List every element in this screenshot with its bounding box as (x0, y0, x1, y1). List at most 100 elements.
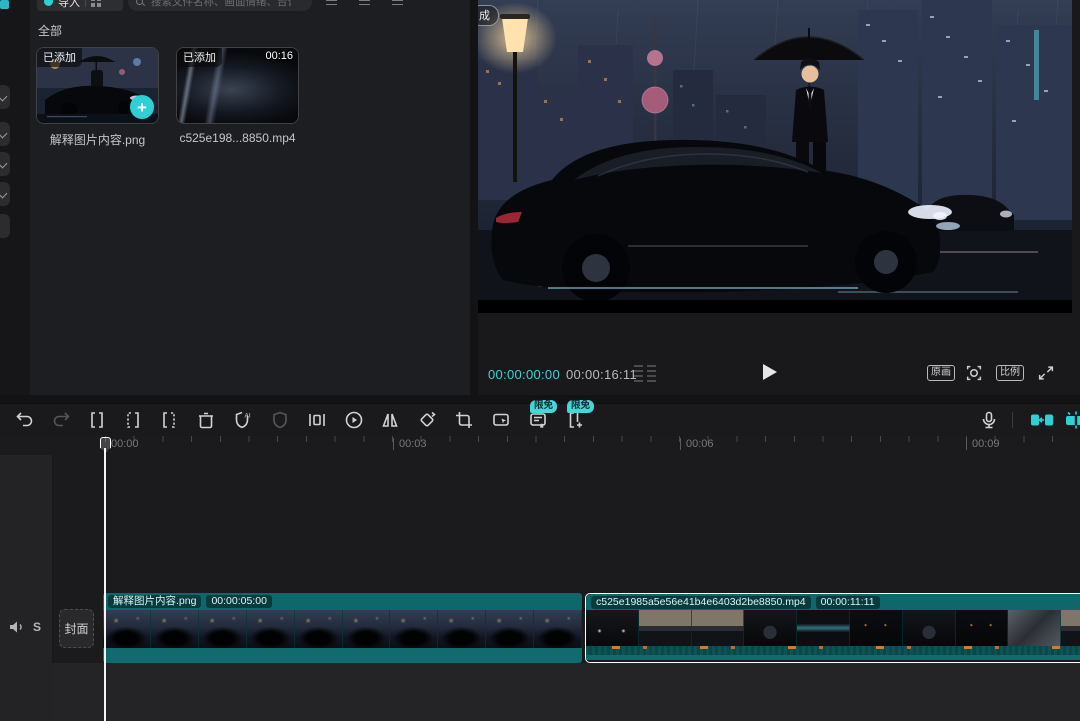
undo-button[interactable] (14, 409, 36, 431)
crop-icon (453, 409, 475, 431)
divider (85, 0, 86, 7)
reverse-button[interactable] (343, 409, 365, 431)
shield-icon (269, 409, 291, 431)
preview-axis-icon (1064, 411, 1080, 429)
clip-duration: 00:00:11:11 (816, 596, 880, 609)
undo-icon (14, 409, 36, 431)
sidebar-category-button[interactable] (0, 182, 10, 206)
sidebar-category-button[interactable] (0, 214, 10, 238)
clip-filmstrip (103, 610, 582, 648)
import-button[interactable]: 导入 (37, 0, 123, 11)
media-filename: 解释图片内容.png (37, 131, 158, 148)
ai-cutout-icon: AI (232, 409, 254, 431)
search-icon (136, 0, 144, 6)
clip-header: 解释图片内容.png 00:00:05:00 (103, 593, 582, 610)
rotate-button[interactable] (416, 409, 438, 431)
sidebar-category-button[interactable] (0, 152, 10, 176)
media-search[interactable] (128, 0, 312, 11)
record-audio-button[interactable] (978, 409, 1000, 431)
sidebar-category-button[interactable] (0, 85, 10, 109)
sidebar-category-button[interactable] (0, 122, 10, 146)
import-status-icon (44, 0, 53, 6)
reverse-icon (343, 409, 365, 431)
trash-icon (195, 409, 217, 431)
track-header-gutter (0, 455, 53, 721)
replace-clip-icon (490, 409, 512, 431)
media-card-image[interactable]: 已添加 + (37, 48, 158, 123)
solo-track-button[interactable]: S (33, 620, 41, 634)
list-view-icon[interactable] (359, 0, 370, 5)
freeze-frame-button[interactable] (306, 409, 328, 431)
redo-icon (50, 409, 72, 431)
ai-cutout-button[interactable]: AI (232, 409, 254, 431)
video-editor-window: 导入 全部 (0, 0, 1080, 721)
svg-text:AI: AI (245, 413, 251, 420)
fullscreen-icon (1036, 363, 1056, 383)
ruler-label: 00:09 (966, 438, 1000, 450)
split-keep-left-button[interactable] (122, 409, 144, 431)
mute-track-button[interactable] (8, 619, 26, 635)
rotate-icon (416, 409, 438, 431)
redo-button[interactable] (50, 409, 72, 431)
app-logo-icon (0, 0, 9, 9)
focus-zoom-button[interactable] (964, 363, 984, 383)
microphone-icon (978, 409, 1000, 431)
view-options (326, 0, 403, 5)
grid-view-icon[interactable] (326, 0, 337, 5)
preview-axis-toggle[interactable] (1064, 411, 1080, 429)
add-to-timeline-button[interactable]: + (130, 95, 154, 119)
generate-status-badge: 成 (478, 5, 499, 26)
divider (1012, 412, 1013, 428)
split-button[interactable] (86, 409, 108, 431)
clip-name: c525e1985a5e56e41b4e6403d2be8850.mp4 (591, 596, 811, 609)
chevron-down-icon (0, 159, 7, 169)
chroma-key-button[interactable] (269, 409, 291, 431)
timeline[interactable]: 00:00 00:03 00:06 00:09 S 封面 解释图片内容.png … (0, 436, 1080, 721)
original-quality-button[interactable]: 原画 (927, 365, 955, 381)
playhead-line[interactable] (104, 448, 106, 721)
mirror-button[interactable] (379, 409, 401, 431)
filter-all-label[interactable]: 全部 (38, 22, 62, 39)
mirror-icon (379, 409, 401, 431)
import-label: 导入 (58, 0, 80, 10)
focus-icon (964, 363, 984, 383)
timeline-clip-video-selected[interactable]: c525e1985a5e56e41b4e6403d2be8850.mp4 00:… (585, 593, 1080, 663)
fullscreen-button[interactable] (1036, 363, 1056, 383)
clip-name: 解释图片内容.png (108, 595, 201, 608)
timeline-empty-area (52, 663, 1080, 721)
clip-audio-waveform (586, 646, 1080, 655)
clip-filmstrip (586, 610, 1080, 646)
preview-panel: 成 00:00:00:00 00:00:16:11 原画 比例 (478, 0, 1080, 395)
replace-clip-button[interactable] (490, 409, 512, 431)
crop-button[interactable] (453, 409, 475, 431)
edit-toolbar: AI 限免 限免 (0, 403, 1080, 437)
total-duration: 00:00:16:11 (566, 367, 637, 382)
freeze-frame-icon (306, 409, 328, 431)
split-keep-right-button[interactable] (158, 409, 180, 431)
preview-frame-image (478, 0, 1072, 313)
ruler-label: 00:03 (393, 438, 427, 450)
video-preview[interactable]: 成 (478, 0, 1072, 313)
import-options-icon[interactable] (91, 0, 101, 7)
clip-header: c525e1985a5e56e41b4e6403d2be8850.mp4 00:… (586, 594, 1080, 610)
added-badge: 已添加 (177, 48, 222, 67)
ruler-label: 00:06 (680, 438, 714, 450)
ratio-button[interactable]: 比例 (996, 365, 1024, 381)
limited-free-badge: 限免 (530, 400, 557, 413)
snap-toggle[interactable] (1030, 411, 1054, 429)
caption-list-icon[interactable] (634, 365, 656, 382)
search-input[interactable] (149, 0, 293, 9)
sort-icon[interactable] (392, 0, 403, 5)
timeline-ruler[interactable] (105, 436, 1080, 442)
media-panel: 导入 全部 (30, 0, 470, 395)
delete-button[interactable] (195, 409, 217, 431)
chevron-down-icon (0, 189, 7, 199)
split-left-icon (122, 409, 144, 431)
cover-button[interactable]: 封面 (59, 609, 94, 648)
clip-footer (586, 655, 1080, 660)
timeline-clip-image[interactable]: 解释图片内容.png 00:00:05:00 (103, 593, 582, 663)
split-right-icon (158, 409, 180, 431)
duration-badge: 00:16 (265, 50, 293, 62)
play-button[interactable] (763, 364, 777, 380)
media-card-video[interactable]: 已添加 00:16 (177, 48, 298, 123)
